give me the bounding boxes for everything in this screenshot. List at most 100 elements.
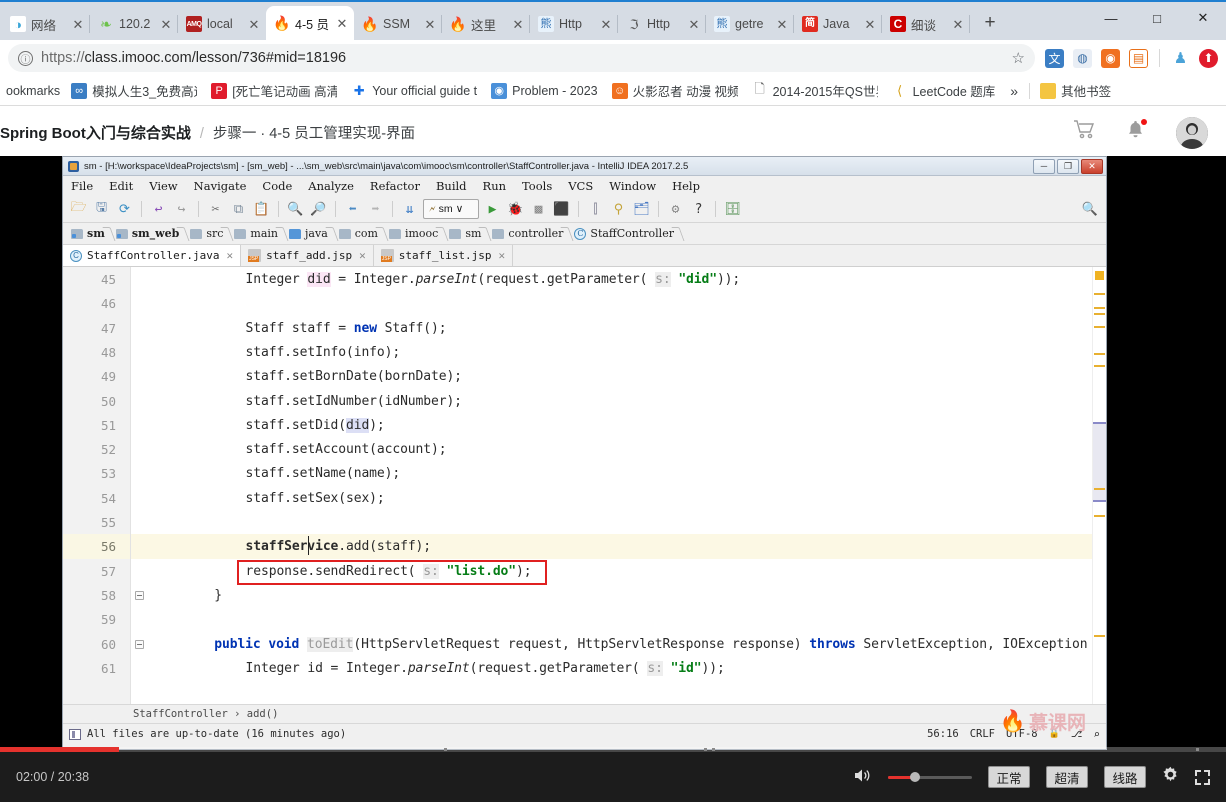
code-line[interactable]: staff.setSex(sex); <box>246 491 385 506</box>
chapter-marker[interactable] <box>444 748 447 751</box>
list-extension-icon[interactable]: ▤ <box>1129 48 1148 68</box>
pen-extension-icon[interactable]: ♟ <box>1171 48 1190 68</box>
caret-position[interactable]: 56:16 <box>927 728 959 740</box>
chapter-marker[interactable] <box>712 748 715 751</box>
profile-icon[interactable]: ⫿ <box>586 200 605 219</box>
browser-tab[interactable]: 熊 getre ✕ <box>706 8 794 40</box>
settings-gear-icon[interactable] <box>1162 766 1179 788</box>
browser-tab[interactable]: 🔥 SSM ✕ <box>354 8 442 40</box>
code-fold-toggle[interactable] <box>135 639 144 649</box>
structure-icon[interactable]: 🗂 <box>632 200 651 219</box>
code-line[interactable]: public void toEdit(HttpServletRequest re… <box>214 636 1088 652</box>
bookmark-item[interactable]: 🗋 2014-2015年QS世界 <box>745 79 885 103</box>
tab-close-button[interactable]: ✕ <box>950 18 966 31</box>
code-line[interactable]: staff.setName(name); <box>246 466 401 481</box>
code-line[interactable]: Staff staff = new Staff(); <box>246 321 447 336</box>
bookmark-item[interactable]: P [死亡笔记动画 高清 <box>204 79 344 103</box>
volume-slider[interactable] <box>888 772 972 782</box>
coverage-icon[interactable]: ▩ <box>529 200 548 219</box>
ide-maximize-button[interactable]: ❐ <box>1057 158 1079 174</box>
warning-marker[interactable] <box>1094 488 1105 490</box>
editor-scrollbar-thumb[interactable] <box>1093 422 1106 502</box>
maximize-window-button[interactable]: □ <box>1134 2 1180 34</box>
error-stripe-markers[interactable] <box>1092 267 1106 704</box>
warning-marker[interactable] <box>1094 635 1105 637</box>
browser-tab[interactable]: 🔥 4-5 员 ✕ <box>266 6 354 40</box>
bookmarks-overflow-button[interactable]: » <box>1002 83 1026 99</box>
editor-tab[interactable]: staff_add.jsp ✕ <box>241 245 374 266</box>
volume-icon[interactable] <box>854 768 872 787</box>
undo-icon[interactable]: ↩ <box>149 200 168 219</box>
omnibox[interactable]: ⓘ https://class.imooc.com/lesson/736#mid… <box>8 44 1035 72</box>
bookmark-item[interactable]: ◉ Problem - 2023 <box>484 79 604 103</box>
tab-close-button[interactable]: ✕ <box>510 18 526 31</box>
nav-crumb-java[interactable]: java <box>285 223 335 244</box>
new-tab-button[interactable]: + <box>976 9 1004 37</box>
hierarchy-icon[interactable]: ⚙ <box>666 200 685 219</box>
nav-crumb-src[interactable]: src <box>186 223 230 244</box>
back-icon[interactable]: ⬅ <box>343 200 362 219</box>
bookmark-item[interactable]: ⟨ LeetCode 题库 <box>885 79 1003 103</box>
chapter-marker[interactable] <box>1196 748 1199 751</box>
code-text-area[interactable]: Integer did = Integer.parseInt(request.g… <box>131 267 1092 704</box>
code-line[interactable]: staff.setAccount(account); <box>246 442 447 457</box>
editor-bottom-breadcrumb[interactable]: StaffController › add() <box>63 704 1106 723</box>
stop-icon[interactable]: ⬛ <box>552 200 571 219</box>
tab-close-button[interactable]: ✕ <box>158 18 174 31</box>
upload-extension-icon[interactable]: ⬆ <box>1199 48 1218 68</box>
warning-marker[interactable] <box>1095 271 1104 280</box>
ide-menu-code[interactable]: Code <box>262 179 292 193</box>
opera-extension-icon[interactable]: ◍ <box>1073 48 1092 68</box>
lock-icon[interactable]: 🔒 <box>1049 729 1060 739</box>
warning-marker[interactable] <box>1094 293 1105 295</box>
ide-menu-vcs[interactable]: VCS <box>568 179 593 193</box>
search-everywhere-icon[interactable]: 🔍 <box>1082 202 1098 217</box>
warning-marker[interactable] <box>1094 307 1105 309</box>
tab-close-button[interactable]: ✕ <box>598 18 614 31</box>
editor-tab[interactable]: staff_list.jsp ✕ <box>373 245 514 266</box>
site-info-icon[interactable]: ⓘ <box>18 50 33 66</box>
code-line[interactable]: staffService.add(staff); <box>246 539 432 554</box>
cart-icon[interactable] <box>1073 120 1095 145</box>
run-configuration-selector[interactable]: 🗲 sm ∨ <box>423 199 479 219</box>
nav-crumb-imooc[interactable]: imooc <box>385 223 445 244</box>
video-player-stage[interactable]: sm - [H:\workspace\IdeaProjects\sm] - [s… <box>0 156 1226 802</box>
update-app-icon[interactable]: ⚲ <box>609 200 628 219</box>
tab-close-button[interactable]: ✕ <box>70 18 86 31</box>
bookmark-item[interactable]: ☺ 火影忍者 动漫 视频_ <box>605 79 745 103</box>
tab-close-button[interactable]: ✕ <box>246 18 262 31</box>
code-line[interactable]: Integer id = Integer.parseInt(request.ge… <box>246 660 725 676</box>
tab-close-button[interactable]: ✕ <box>422 18 438 31</box>
find-icon[interactable]: 🔍 <box>286 200 305 219</box>
code-line[interactable]: } <box>214 588 222 603</box>
debug-icon[interactable]: 🐞 <box>506 200 525 219</box>
nav-crumb-sm[interactable]: sm <box>67 223 112 244</box>
ide-menu-view[interactable]: View <box>149 179 177 193</box>
bookmark-star-icon[interactable]: ☆ <box>1012 49 1025 67</box>
help-icon[interactable]: ? <box>689 200 708 219</box>
editor-tab-close-button[interactable]: ✕ <box>226 249 233 262</box>
database-icon[interactable]: 🗄 <box>723 200 742 219</box>
open-folder-icon[interactable]: 🗁 <box>69 200 88 219</box>
editor-tab[interactable]: C StaffController.java ✕ <box>63 245 242 266</box>
warning-marker[interactable] <box>1094 326 1105 328</box>
chapter-marker[interactable] <box>704 748 707 751</box>
editor-tab-close-button[interactable]: ✕ <box>499 249 506 262</box>
code-line[interactable]: response.sendRedirect( s: "list.do"); <box>246 563 532 579</box>
save-all-icon[interactable]: 🖫 <box>92 200 111 219</box>
redo-icon[interactable]: ↪ <box>172 200 191 219</box>
code-editor[interactable]: 45 46 47 48 49 50 51 52 53 54 55 56 57 58 59 60 61 Integ… <box>63 267 1106 704</box>
course-title[interactable]: Spring Boot入门与综合实战 <box>0 122 191 143</box>
tab-close-button[interactable]: ✕ <box>334 17 350 30</box>
update-project-icon[interactable]: ⇊ <box>400 200 419 219</box>
forward-icon[interactable]: ➡ <box>366 200 385 219</box>
video-route-button[interactable]: 线路 <box>1104 766 1146 788</box>
ide-menu-edit[interactable]: Edit <box>109 179 133 193</box>
orange-extension-icon[interactable]: ◉ <box>1101 48 1120 68</box>
ide-menu-navigate[interactable]: Navigate <box>194 179 247 193</box>
ide-close-button[interactable]: ✕ <box>1081 158 1103 174</box>
code-line[interactable]: staff.setInfo(info); <box>246 345 401 360</box>
nav-crumb-sm_web[interactable]: sm_web <box>112 223 187 244</box>
playback-speed-button[interactable]: 正常 <box>988 766 1030 788</box>
line-separator-indicator[interactable]: CRLF <box>970 728 995 740</box>
